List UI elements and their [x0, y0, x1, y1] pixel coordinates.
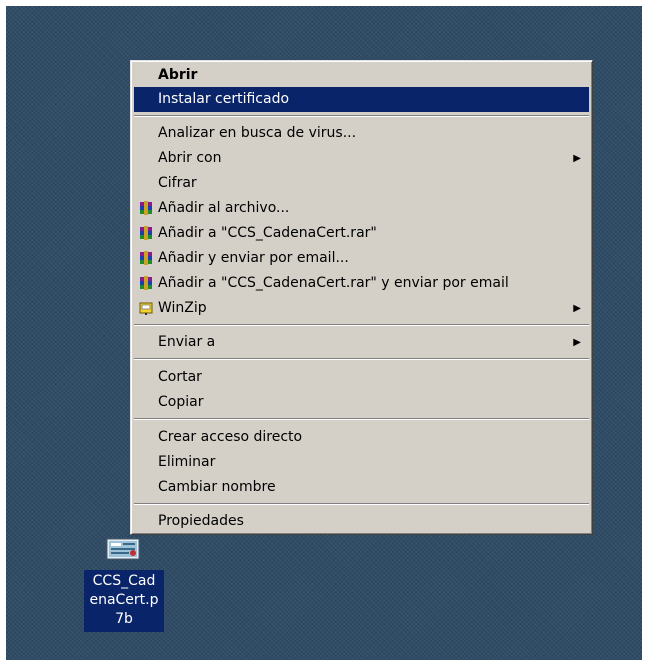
menu-item-cambiar-nombre[interactable]: Cambiar nombre: [134, 475, 589, 500]
menu-item-label: Añadir al archivo...: [158, 200, 290, 216]
submenu-arrow-icon: ▶: [573, 303, 581, 314]
menu-item-label: WinZip: [158, 300, 207, 316]
menu-separator: [134, 418, 589, 420]
menu-separator: [134, 358, 589, 360]
menu-item-crear-acceso-directo[interactable]: Crear acceso directo: [134, 425, 589, 450]
menu-item-cifrar[interactable]: Cifrar: [134, 171, 589, 196]
winrar-icon: [140, 226, 152, 240]
winrar-icon: [140, 201, 152, 215]
menu-item-copiar[interactable]: Copiar: [134, 390, 589, 415]
menu-item-label: Instalar certificado: [158, 91, 290, 107]
menu-separator: [134, 324, 589, 326]
menu-item-anadir-archivo[interactable]: Añadir al archivo...: [134, 196, 589, 221]
menu-item-label: Añadir a "CCS_CadenaCert.rar" y enviar p…: [158, 275, 509, 291]
menu-item-enviar-a[interactable]: Enviar a ▶: [134, 330, 589, 355]
menu-item-anadir-enviar-email[interactable]: Añadir y enviar por email...: [134, 246, 589, 271]
submenu-arrow-icon: ▶: [573, 337, 581, 348]
menu-item-label: Añadir a "CCS_CadenaCert.rar": [158, 225, 377, 241]
menu-item-winzip[interactable]: WinZip ▶: [134, 296, 589, 321]
menu-item-label: Analizar en busca de virus...: [158, 125, 357, 141]
file-name-label[interactable]: CCS_Cad enaCert.p 7b: [84, 570, 164, 632]
certificate-file-icon[interactable]: [106, 537, 140, 561]
menu-item-abrir[interactable]: Abrir: [134, 63, 589, 88]
menu-item-eliminar[interactable]: Eliminar: [134, 450, 589, 475]
context-menu: Abrir Instalar certificado Analizar en b…: [130, 60, 593, 535]
menu-item-label: Enviar a: [158, 334, 216, 350]
file-name-line: 7b: [115, 611, 133, 627]
submenu-arrow-icon: ▶: [573, 153, 581, 164]
menu-item-label: Propiedades: [158, 513, 244, 529]
menu-item-instalar-certificado[interactable]: Instalar certificado: [134, 87, 589, 112]
menu-item-label: Añadir y enviar por email...: [158, 250, 349, 266]
winzip-icon: [139, 302, 153, 315]
menu-item-label: Abrir con: [158, 150, 222, 166]
menu-item-label: Crear acceso directo: [158, 429, 303, 445]
menu-item-analizar-virus[interactable]: Analizar en busca de virus...: [134, 121, 589, 146]
menu-separator: [134, 115, 589, 117]
menu-item-label: Cambiar nombre: [158, 479, 276, 495]
menu-item-label: Cifrar: [158, 175, 197, 191]
menu-item-label: Copiar: [158, 394, 204, 410]
menu-item-propiedades[interactable]: Propiedades: [134, 509, 589, 534]
winrar-icon: [140, 251, 152, 265]
menu-item-cortar[interactable]: Cortar: [134, 365, 589, 390]
menu-item-abrir-con[interactable]: Abrir con ▶: [134, 146, 589, 171]
menu-item-label: Abrir: [158, 67, 198, 83]
file-name-line: CCS_Cad: [92, 573, 156, 589]
menu-item-anadir-rar[interactable]: Añadir a "CCS_CadenaCert.rar": [134, 221, 589, 246]
menu-item-anadir-rar-enviar-email[interactable]: Añadir a "CCS_CadenaCert.rar" y enviar p…: [134, 271, 589, 296]
winrar-icon: [140, 276, 152, 290]
menu-item-label: Cortar: [158, 369, 202, 385]
file-name-line: enaCert.p: [89, 592, 159, 608]
menu-separator: [134, 503, 589, 505]
menu-item-label: Eliminar: [158, 454, 216, 470]
